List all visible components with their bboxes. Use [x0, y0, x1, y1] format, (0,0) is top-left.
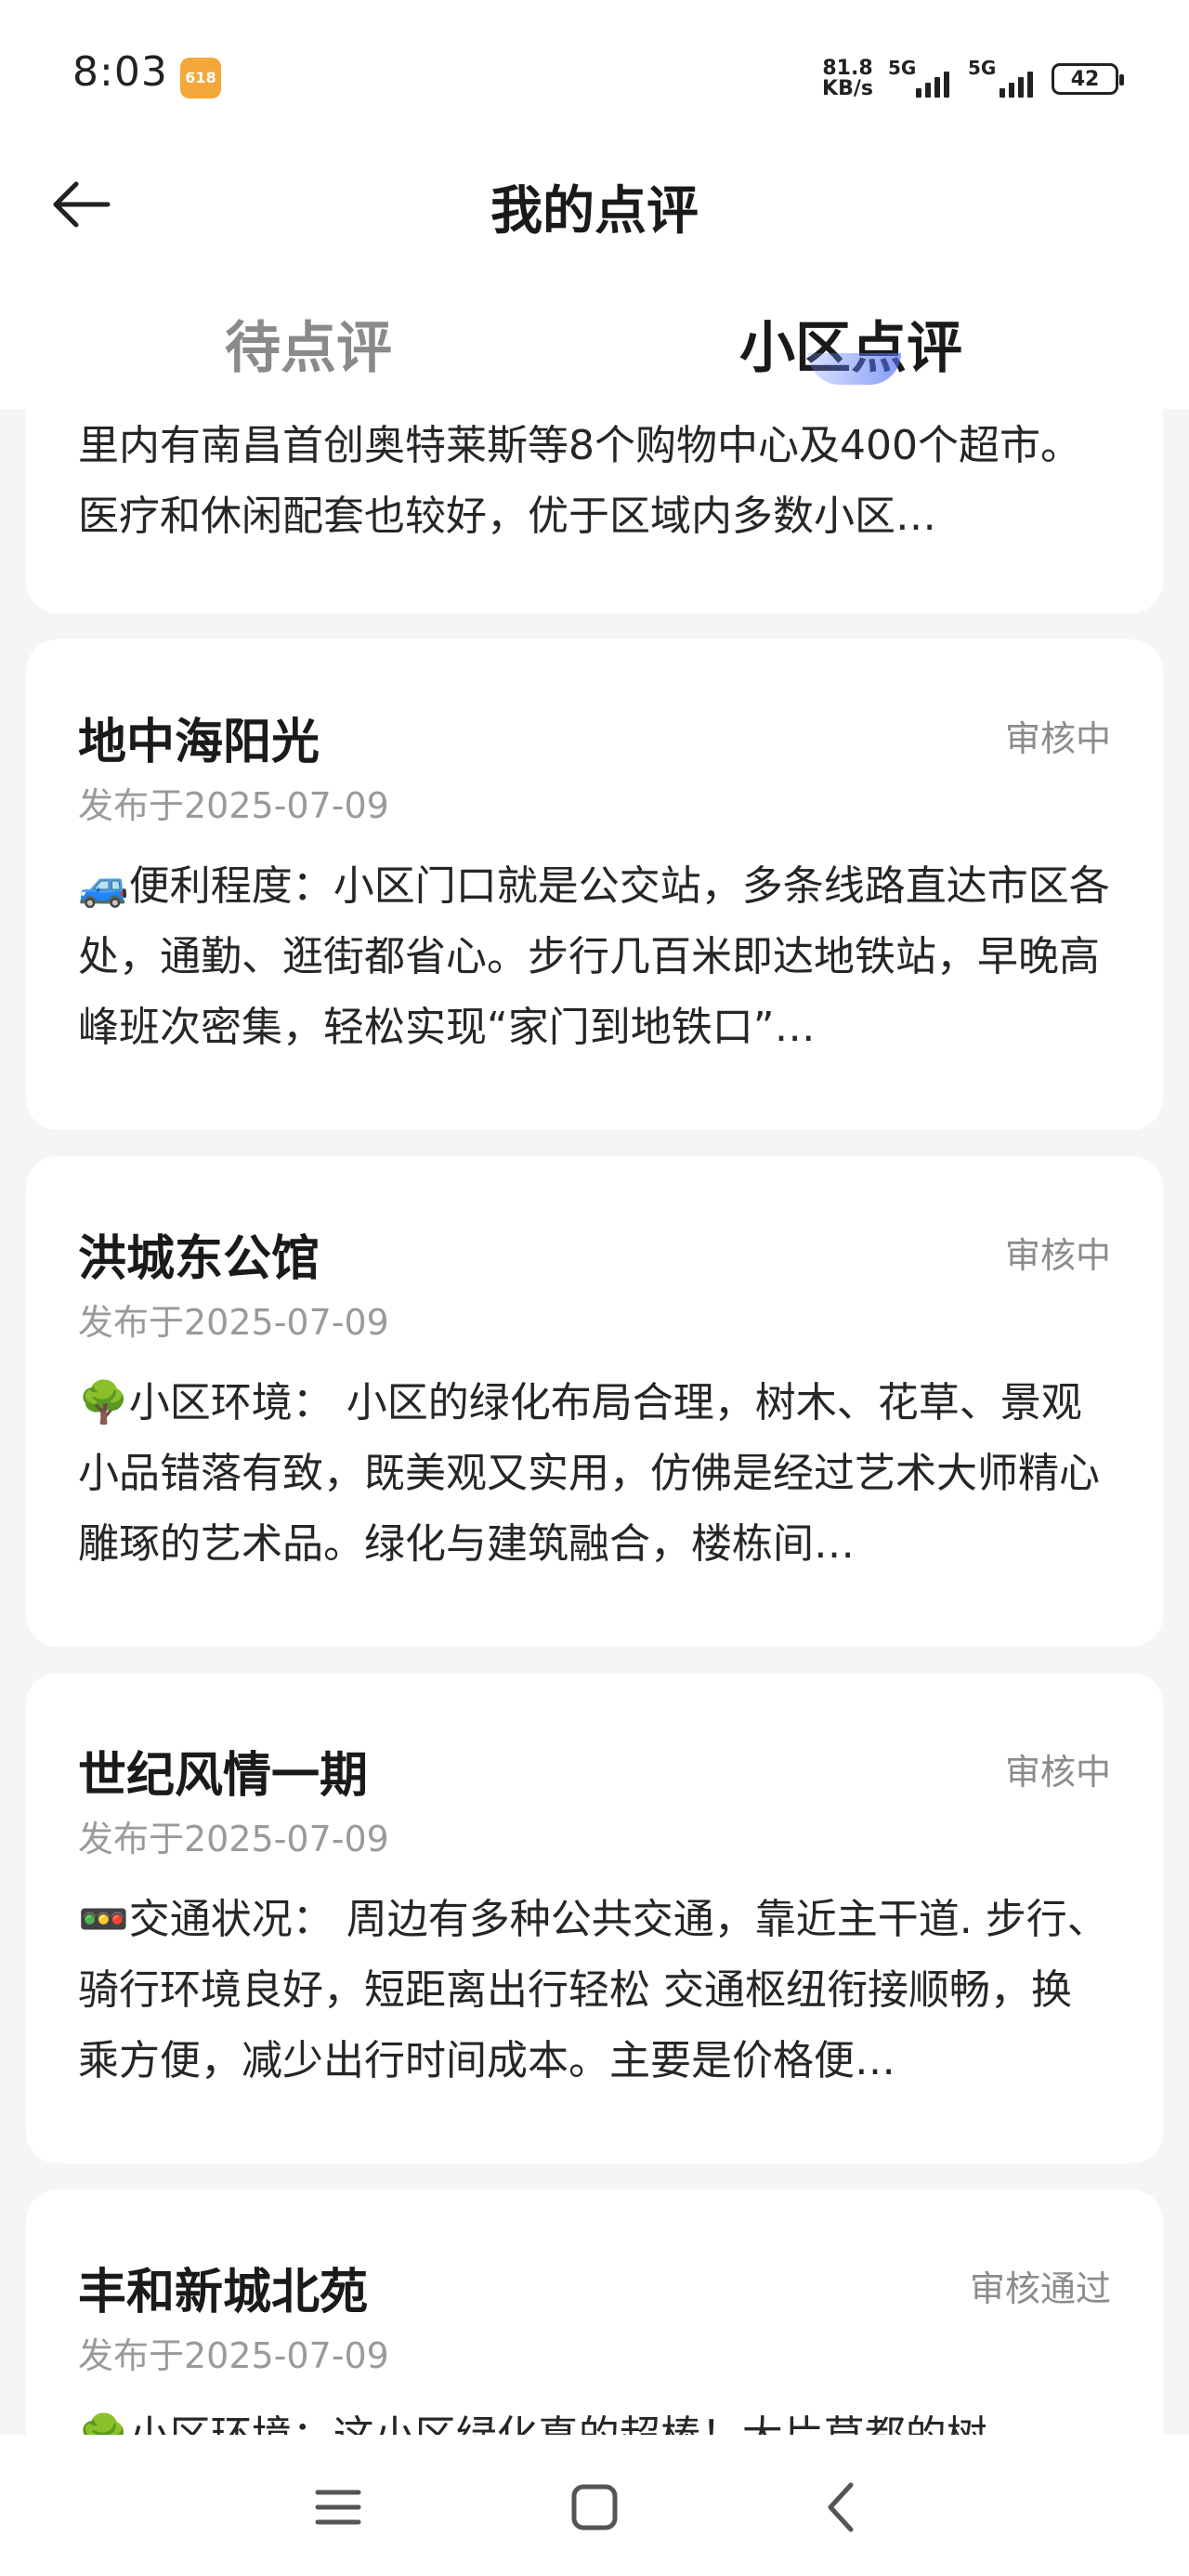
status-bar: 8:03 618 81.8 KB/s 5G 5G 42	[0, 0, 1189, 149]
community-name: 丰和新城北苑	[78, 2265, 369, 2320]
header: 我的点评	[0, 149, 1189, 260]
signal-icon: 5G	[888, 57, 953, 98]
tab-pending-review[interactable]: 待点评	[123, 303, 494, 384]
network-speed-unit: KB/s	[822, 77, 873, 100]
review-card[interactable]: 世纪风情一期 审核中 发布于2025-07-09 🚥交通状况： 周边有多种公共交…	[26, 1673, 1163, 2163]
app-notification-icon: 618	[180, 58, 221, 99]
review-text: 里内有南昌首创奥特莱斯等8个购物中心及400个超市。医疗和休闲配套也较好，优于区…	[78, 422, 1081, 540]
review-list[interactable]: 里内有南昌首创奥特莱斯等8个购物中心及400个超市。医疗和休闲配套也较好，优于区…	[0, 409, 1189, 2435]
review-status: 审核通过	[969, 2268, 1111, 2309]
community-name: 地中海阳光	[78, 715, 320, 770]
review-card[interactable]: 丰和新城北苑 审核通过 发布于2025-07-09 🌳小区环境：这小区绿化真的超…	[26, 2189, 1163, 2435]
review-text: 🚥交通状况： 周边有多种公共交通，靠近主干道. 步行、骑行环境良好，短距离出行轻…	[78, 1896, 1108, 2084]
system-navigation-bar	[0, 2435, 1189, 2576]
review-text: 🚙便利程度：小区门口就是公交站，多条线路直达市区各处，通勤、逛街都省心。步行几百…	[78, 862, 1110, 1051]
community-name: 世纪风情一期	[78, 1748, 369, 1804]
review-date: 发布于2025-07-09	[78, 2335, 389, 2376]
review-status: 审核中	[1004, 1752, 1111, 1793]
review-card[interactable]: 洪城东公馆 审核中 发布于2025-07-09 🌳小区环境： 小区的绿化布局合理…	[26, 1156, 1163, 1647]
signal-label: 5G	[968, 57, 997, 79]
battery-level: 42	[1070, 67, 1100, 91]
review-text: 🌳小区环境：这小区绿化真的超棒！大片草都的树…	[78, 2401, 1111, 2435]
network-speed: 81.8 KB/s	[822, 59, 873, 99]
review-date: 发布于2025-07-09	[78, 785, 389, 826]
menu-icon[interactable]	[301, 2470, 375, 2544]
page-title: 我的点评	[490, 181, 699, 242]
signal-label: 5G	[888, 57, 917, 79]
review-status: 审核中	[1004, 1235, 1111, 1276]
status-time: 8:03	[72, 48, 168, 96]
network-speed-value: 81.8	[822, 57, 873, 80]
status-indicators: 81.8 KB/s 5G 5G 42	[822, 54, 1124, 104]
chevron-left-icon[interactable]	[806, 2470, 881, 2544]
review-status: 审核中	[1004, 718, 1111, 759]
community-name: 洪城东公馆	[78, 1231, 320, 1287]
tab-bar: 待点评 小区点评	[0, 260, 1189, 409]
review-card[interactable]: 地中海阳光 审核中 发布于2025-07-09 🚙便利程度：小区门口就是公交站，…	[26, 639, 1163, 1130]
signal-icon: 5G	[968, 57, 1037, 98]
review-card[interactable]: 里内有南昌首创奥特莱斯等8个购物中心及400个超市。医疗和休闲配套也较好，优于区…	[26, 409, 1163, 613]
review-text: 🌳小区环境： 小区的绿化布局合理，树木、花草、景观小品错落有致，既美观又实用，仿…	[78, 1379, 1100, 1568]
home-icon[interactable]	[557, 2470, 632, 2544]
battery-icon: 42	[1052, 63, 1124, 95]
review-date: 发布于2025-07-09	[78, 1819, 389, 1860]
review-date: 发布于2025-07-09	[78, 1302, 389, 1343]
